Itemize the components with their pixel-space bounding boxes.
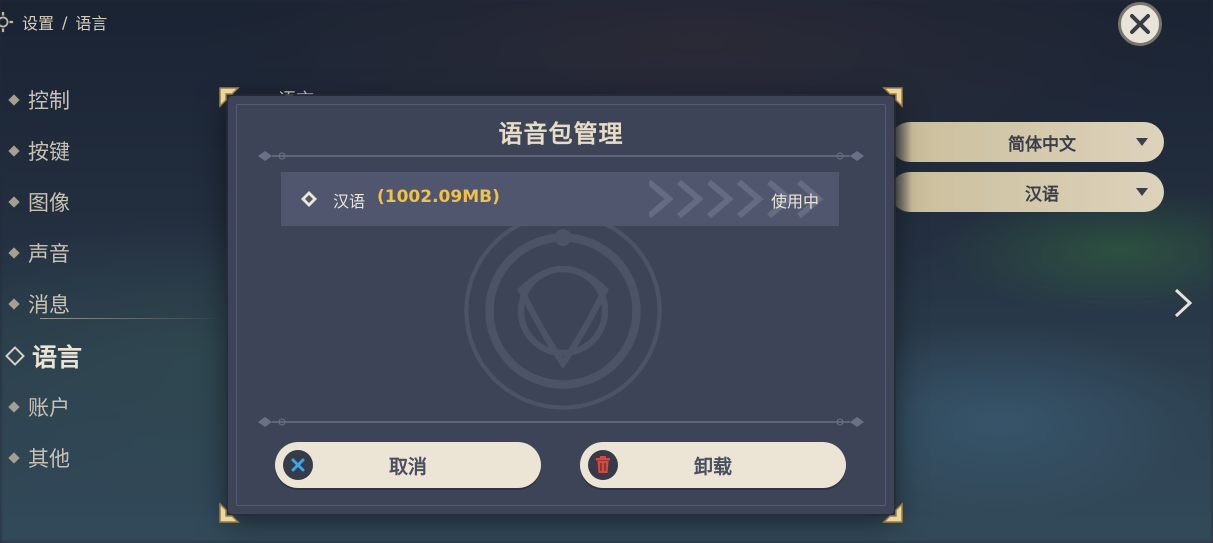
corner-ornament	[219, 502, 240, 523]
gear-icon	[0, 11, 14, 33]
divider	[258, 151, 864, 161]
breadcrumb-separator: /	[62, 12, 68, 32]
nav-item-label: 账户	[28, 396, 70, 420]
diamond-icon	[8, 247, 20, 259]
voice-pack-status: 使用中	[770, 192, 819, 211]
diamond-icon	[8, 94, 20, 106]
caret-down-icon	[1136, 138, 1148, 146]
uninstall-button[interactable]: 卸载	[580, 442, 846, 488]
divider	[258, 417, 864, 427]
close-button[interactable]	[1118, 2, 1162, 46]
diamond-icon	[8, 401, 20, 413]
diamond-outline-icon	[5, 346, 25, 366]
corner-ornament	[219, 87, 240, 108]
cancel-button[interactable]: 取消	[275, 442, 541, 488]
text-language-dropdown[interactable]: 简体中文	[890, 122, 1164, 162]
close-icon	[1130, 14, 1150, 34]
emblem-watermark	[464, 212, 662, 410]
trash-icon	[588, 450, 618, 480]
breadcrumb-root[interactable]: 设置	[22, 10, 54, 34]
voice-pack-row[interactable]: 汉语 (1002.09MB) 使用中	[281, 172, 839, 226]
caret-down-icon	[1136, 188, 1148, 196]
corner-ornament	[882, 502, 903, 523]
selected-diamond-icon[interactable]	[301, 191, 317, 207]
uninstall-button-label: 卸载	[693, 455, 732, 478]
nav-item-language[interactable]: 语言	[5, 336, 83, 376]
nav-item-other[interactable]: 其他	[8, 438, 70, 478]
breadcrumb-current: 语言	[75, 14, 108, 33]
nav-item-label: 控制	[28, 89, 70, 113]
nav-item-label: 图像	[28, 191, 70, 215]
voice-pack-dialog: 语音包管理 汉语 (1002.09MB) 使用中 取消 卸载	[219, 87, 903, 523]
cancel-button-label: 取消	[388, 455, 427, 478]
cancel-x-icon	[283, 450, 313, 480]
nav-item-account[interactable]: 账户	[8, 387, 70, 427]
chevron-right-icon[interactable]	[1170, 286, 1196, 320]
breadcrumb: 设置 / 语言	[0, 10, 107, 34]
voice-pack-size: (1002.09MB)	[377, 187, 500, 207]
dropdown-value: 简体中文	[1008, 134, 1076, 155]
nav-item-label: 声音	[28, 242, 70, 266]
corner-ornament	[882, 87, 903, 108]
nav-item-label: 消息	[28, 293, 70, 317]
nav-item-label: 按键	[28, 140, 70, 164]
voice-language-dropdown[interactable]: 汉语	[890, 172, 1164, 212]
nav-item-graphics[interactable]: 图像	[8, 182, 70, 222]
diamond-icon	[8, 145, 20, 157]
nav-item-label: 其他	[28, 447, 70, 471]
voice-pack-name: 汉语	[333, 192, 366, 211]
nav-item-label: 语言	[32, 343, 83, 372]
diamond-icon	[8, 452, 20, 464]
nav-item-audio[interactable]: 声音	[8, 233, 70, 273]
nav-item-keybinds[interactable]: 按键	[8, 131, 70, 171]
dropdown-value: 汉语	[1025, 184, 1059, 205]
diamond-icon	[8, 196, 20, 208]
dialog-title: 语音包管理	[498, 120, 624, 148]
diamond-icon	[8, 298, 20, 310]
active-indicator-line	[40, 318, 220, 319]
nav-item-controls[interactable]: 控制	[8, 80, 70, 120]
